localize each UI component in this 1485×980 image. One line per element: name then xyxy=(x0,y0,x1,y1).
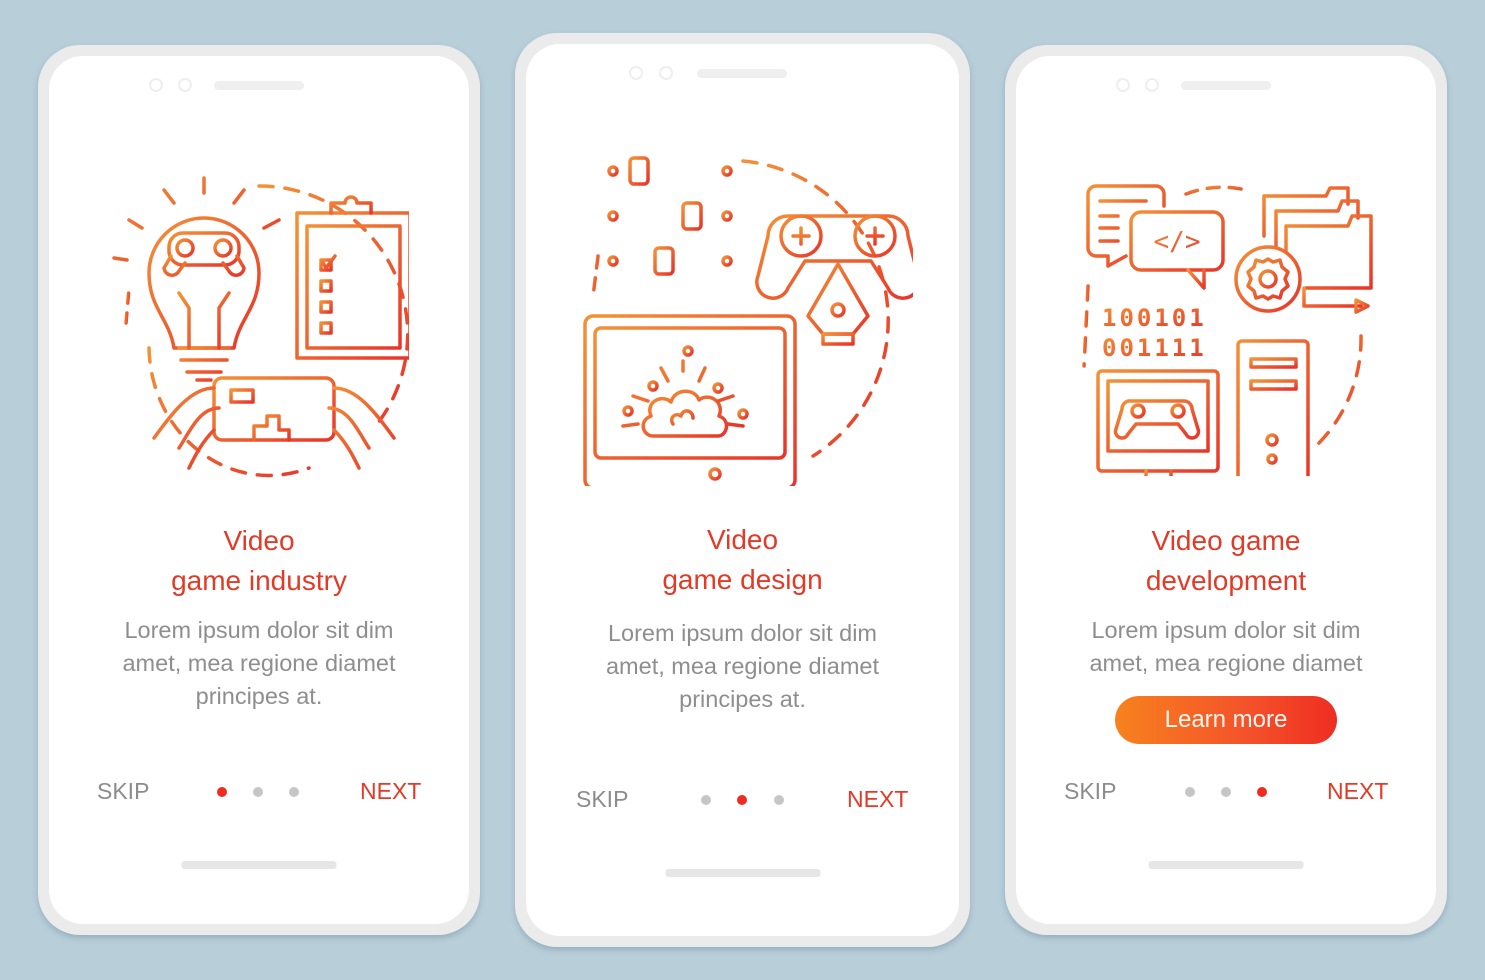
binary-code-text: 100101 001111 xyxy=(1102,304,1207,362)
description-line: amet, mea regione diamet xyxy=(1089,650,1363,676)
phone-screen: Video game industry Lorem ipsum dolor si… xyxy=(49,56,469,924)
speaker-grille xyxy=(214,81,304,90)
hands-holding-console-icon xyxy=(152,376,396,470)
page-indicator-dot[interactable] xyxy=(289,787,299,797)
onboarding-navigation: SKIP NEXT xyxy=(49,778,469,812)
tablet-screen-icon xyxy=(582,314,797,486)
learn-more-button[interactable]: Learn more xyxy=(1115,696,1337,744)
clipboard-checklist-icon xyxy=(295,195,409,360)
front-camera-icon xyxy=(629,66,643,80)
screen-description: Lorem ipsum dolor sit dim amet, mea regi… xyxy=(526,617,959,716)
front-camera-icon xyxy=(1116,78,1130,92)
description-line: principes at. xyxy=(679,686,806,712)
screen-description: Lorem ipsum dolor sit dim amet, mea regi… xyxy=(49,614,469,713)
next-button[interactable]: NEXT xyxy=(360,778,421,805)
home-indicator xyxy=(1148,861,1304,869)
title-line: game design xyxy=(662,564,823,595)
home-indicator xyxy=(181,861,337,869)
onboarding-screen-video-game-development: </> 100101 001111 Video game development… xyxy=(1005,45,1447,935)
front-camera-icon xyxy=(149,78,163,92)
dashed-circle xyxy=(1184,185,1248,196)
description-line: amet, mea regione diamet xyxy=(122,650,396,676)
sensor-icon xyxy=(1145,78,1159,92)
skip-button[interactable]: SKIP xyxy=(1064,778,1116,805)
binary-row: 001111 xyxy=(1102,334,1207,362)
code-tag-label: </> xyxy=(1154,227,1201,257)
page-indicator-dot-active[interactable] xyxy=(737,795,747,805)
title-line: Video xyxy=(706,524,779,555)
sliders-icon xyxy=(606,156,733,276)
skip-button[interactable]: SKIP xyxy=(576,786,628,813)
screen-description: Lorem ipsum dolor sit dim amet, mea regi… xyxy=(1016,614,1436,680)
video-game-industry-illustration xyxy=(112,176,409,478)
phone-screen: </> 100101 001111 Video game development… xyxy=(1016,56,1436,924)
description-line: principes at. xyxy=(195,683,323,709)
page-indicator-dot-active[interactable] xyxy=(217,787,227,797)
home-indicator xyxy=(665,869,820,877)
video-game-development-illustration: </> 100101 001111 xyxy=(1082,184,1373,476)
onboarding-screen-video-game-industry: Video game industry Lorem ipsum dolor si… xyxy=(38,45,480,935)
pen-nib-icon xyxy=(805,262,870,346)
page-indicator-dot[interactable] xyxy=(774,795,784,805)
next-button[interactable]: NEXT xyxy=(1327,778,1388,805)
page-indicator-dot[interactable] xyxy=(701,795,711,805)
description-line: Lorem ipsum dolor sit dim xyxy=(1091,617,1361,643)
screen-title: Video game industry xyxy=(49,521,469,601)
lightbulb-icon xyxy=(147,216,261,382)
code-chat-bubbles-icon: </> xyxy=(1086,184,1225,290)
binary-row: 100101 xyxy=(1102,304,1207,332)
page-indicator-dot[interactable] xyxy=(253,787,263,797)
title-line: game industry xyxy=(171,565,347,596)
page-indicator-dot[interactable] xyxy=(1221,787,1231,797)
speaker-grille xyxy=(1181,81,1271,90)
skip-button[interactable]: SKIP xyxy=(97,778,149,805)
onboarding-navigation: SKIP NEXT xyxy=(1016,778,1436,812)
page-indicator-dot[interactable] xyxy=(1185,787,1195,797)
gear-icon xyxy=(1234,245,1302,313)
speaker-grille xyxy=(697,69,787,78)
monitor-gamepad-icon xyxy=(1096,369,1220,476)
title-line: development xyxy=(1145,565,1307,596)
sensor-icon xyxy=(178,78,192,92)
description-line: Lorem ipsum dolor sit dim xyxy=(124,617,394,643)
title-line: Video game xyxy=(1151,525,1301,556)
next-button[interactable]: NEXT xyxy=(847,786,908,813)
phone-screen: Video game design Lorem ipsum dolor sit … xyxy=(526,44,959,936)
onboarding-navigation: SKIP NEXT xyxy=(526,786,959,820)
page-indicator-dot-active[interactable] xyxy=(1257,787,1267,797)
gamepad-icon xyxy=(162,231,246,277)
video-game-design-illustration xyxy=(582,156,913,486)
title-line: Video xyxy=(223,525,295,556)
pc-tower-icon xyxy=(1236,339,1310,476)
description-line: Lorem ipsum dolor sit dim xyxy=(607,620,878,646)
screen-title: Video game development xyxy=(1016,521,1436,601)
onboarding-screen-video-game-design: Video game design Lorem ipsum dolor sit … xyxy=(515,33,970,947)
screen-title: Video game design xyxy=(526,520,959,600)
sensor-icon xyxy=(659,66,673,80)
description-line: amet, mea regione diamet xyxy=(605,653,879,679)
